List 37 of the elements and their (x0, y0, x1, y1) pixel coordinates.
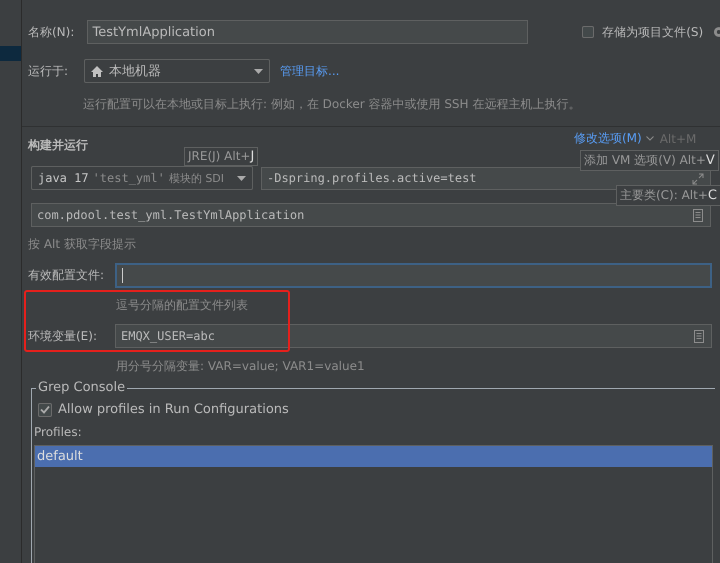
group-title: Grep Console (36, 380, 128, 395)
shortcut-tooltip: 添加 VM 选项(V) Alt+V (580, 150, 719, 171)
profile-item[interactable]: default (35, 446, 712, 467)
modify-options-link[interactable]: 修改选项(M) (574, 130, 642, 147)
gear-icon[interactable] (712, 25, 720, 39)
env-vars-label: 环境变量(E): (28, 328, 98, 344)
profiles-hint: 逗号分隔的配置文件列表 (116, 297, 249, 314)
caret-icon (237, 176, 246, 180)
shortcut-tooltip: JRE(J) Alt+J (184, 147, 258, 166)
chevron-icon (646, 136, 654, 141)
profiles-label: Profiles: (34, 425, 83, 439)
env-vars-hint: 用分号分隔变量: VAR=value; VAR1=value1 (116, 358, 366, 375)
run-on-hint: 运行配置可以在本地或目标上执行: 例如，在 Docker 容器中或使用 SSH 在远程主机上执行。 (83, 96, 582, 113)
store-label: 存储为项目文件(S) (602, 24, 704, 40)
active-profiles-field[interactable] (115, 263, 712, 288)
manage-targets-link[interactable]: 管理目标... (280, 62, 340, 80)
main-class-field[interactable]: com.pdool.test_yml.TestYmlApplication (31, 203, 711, 227)
vm-options-field[interactable]: -Dspring.profiles.active=test (261, 166, 711, 190)
shortcut-tooltip: 主要类(C): Alt+C (616, 185, 720, 206)
name-label: 名称(N): (28, 24, 76, 40)
home-icon (91, 66, 103, 76)
run-on-label: 运行于: (28, 62, 70, 80)
store-checkbox[interactable] (582, 26, 594, 38)
active-profiles-label: 有效配置文件: (28, 267, 106, 284)
caret-icon (254, 68, 263, 74)
target-dropdown[interactable]: 本地机器 (84, 59, 270, 83)
document-icon[interactable] (693, 209, 703, 222)
expand-icon[interactable] (692, 172, 704, 184)
document-icon[interactable] (694, 330, 704, 343)
field-hint: 按 Alt 获取字段提示 (28, 236, 137, 253)
profiles-list[interactable]: default (34, 445, 713, 563)
allow-profiles-checkbox[interactable] (38, 402, 52, 416)
allow-profiles-label: Allow profiles in Run Configurations (58, 402, 289, 417)
env-vars-field[interactable]: EMQX_USER=abc (115, 324, 712, 348)
section-title: 构建并运行 (28, 137, 88, 154)
jdk-dropdown[interactable]: java 17 'test_yml' 模块的 SDI (31, 166, 253, 190)
name-field[interactable]: TestYmlApplication (86, 20, 528, 44)
